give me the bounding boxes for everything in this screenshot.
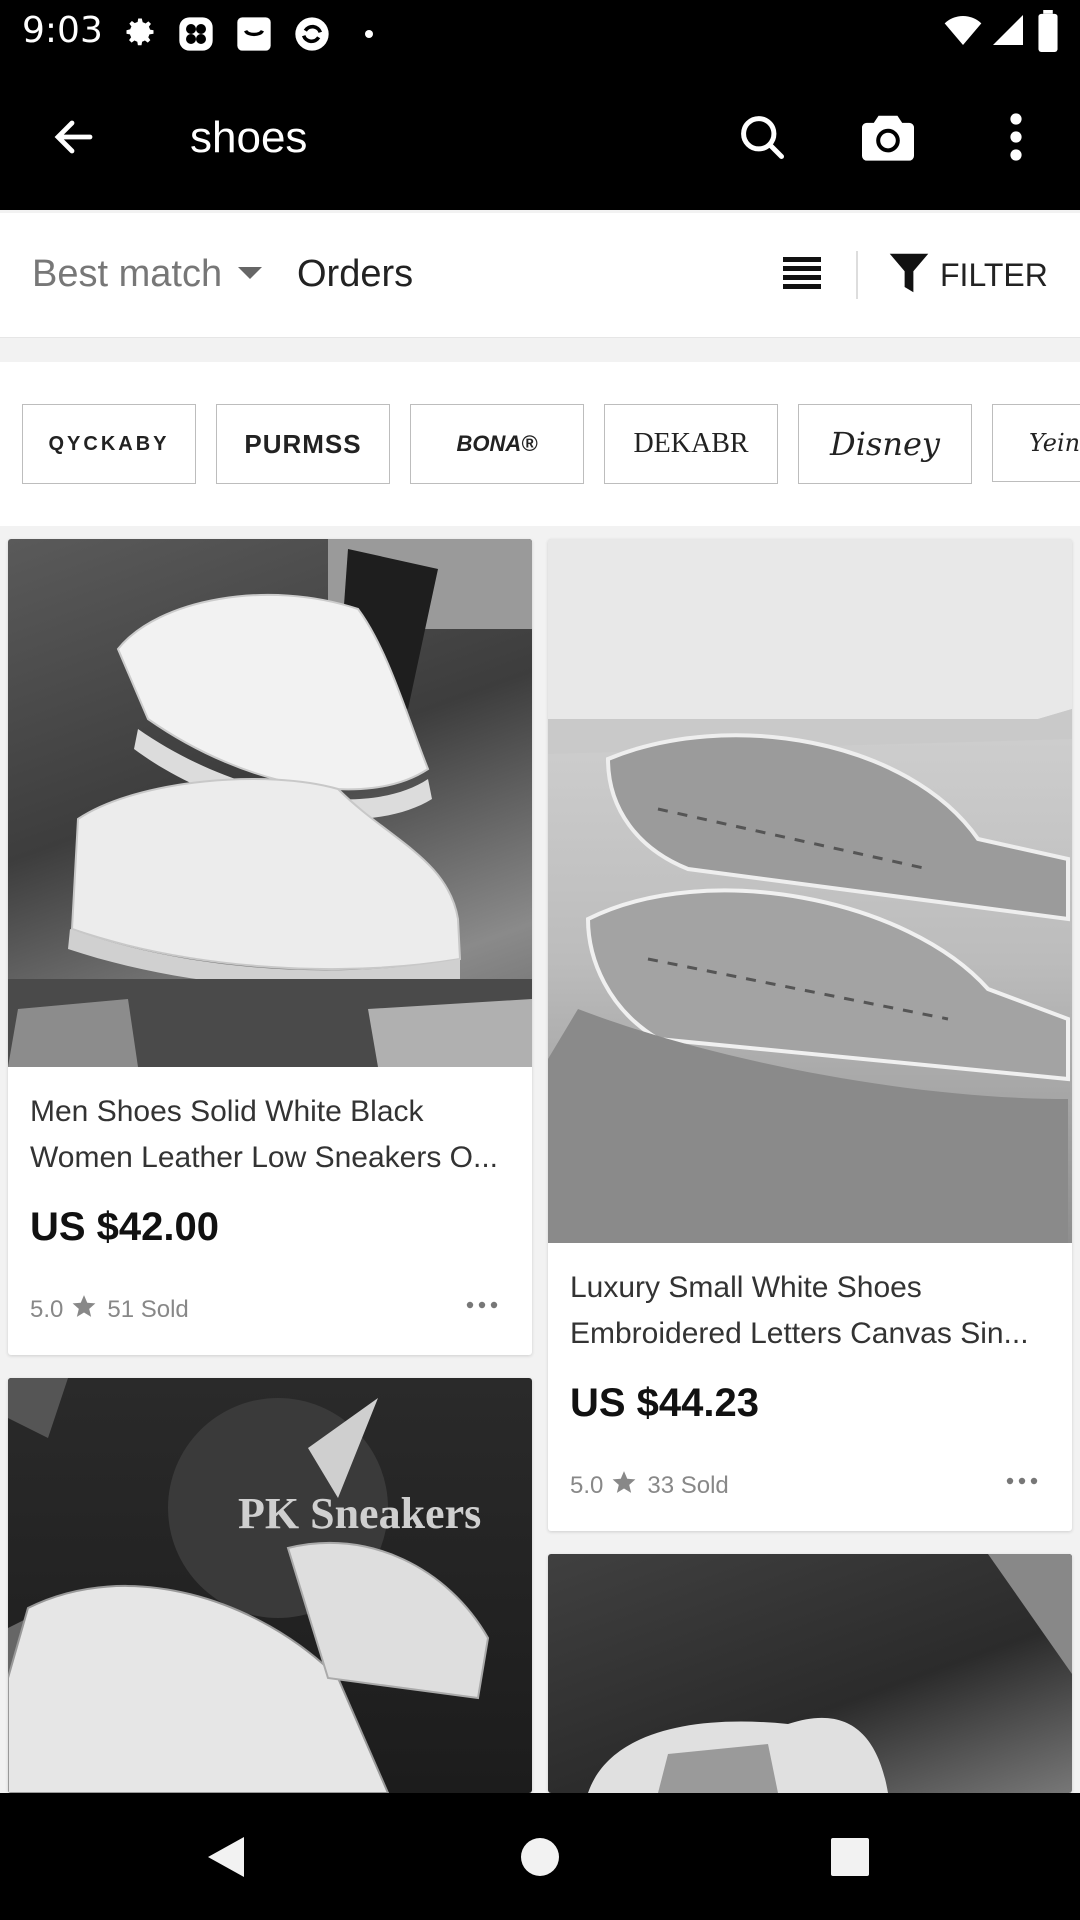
more-horizontal-icon[interactable] xyxy=(1006,1469,1038,1498)
filter-button[interactable]: FILTER xyxy=(940,257,1048,294)
status-time: 9:03 xyxy=(22,10,103,51)
star-icon xyxy=(71,1293,97,1326)
product-card[interactable]: Men Shoes Solid White Black Women Leathe… xyxy=(8,539,532,1355)
product-title-line: Men Shoes Solid White Black xyxy=(30,1095,424,1128)
product-meta: 5.0 33 Sold xyxy=(570,1469,729,1502)
product-title-line: Luxury Small White Shoes xyxy=(570,1271,922,1304)
brand-strip: QYCKABY PURMSS BONA® DEKABR Disney Yeins xyxy=(0,362,1080,526)
product-card[interactable]: PK Sneakers xyxy=(8,1378,532,1793)
back-arrow-icon[interactable] xyxy=(38,101,110,173)
brand-chip[interactable]: Disney xyxy=(798,404,972,484)
grid-app-icon xyxy=(176,14,216,59)
list-view-icon[interactable] xyxy=(783,253,821,298)
brand-chip[interactable]: Yeins xyxy=(992,404,1080,482)
brand-chip[interactable]: DEKABR xyxy=(604,404,778,484)
sort-best-match[interactable]: Best match xyxy=(32,253,222,296)
brand-chip[interactable]: BONA® xyxy=(410,404,584,484)
sold-count: 51 Sold xyxy=(107,1295,189,1323)
nav-back-icon[interactable] xyxy=(190,1821,262,1893)
dot-icon xyxy=(364,26,374,44)
brand-overlay-text: PK Sneakers xyxy=(238,1489,481,1538)
system-nav-bar xyxy=(0,1793,1080,1920)
product-card[interactable]: Luxury Small White Shoes Embroidered Let… xyxy=(548,539,1072,1531)
nav-home-icon[interactable] xyxy=(504,1821,576,1893)
sort-orders[interactable]: Orders xyxy=(297,253,413,296)
product-image[interactable] xyxy=(8,539,532,1067)
app-bar: shoes xyxy=(0,63,1080,210)
product-price: US $44.23 xyxy=(570,1381,760,1425)
wifi-icon xyxy=(942,10,984,55)
store-app-icon xyxy=(234,14,274,59)
product-image[interactable] xyxy=(548,1554,1072,1793)
product-title-line: Women Leather Low Sneakers O... xyxy=(30,1141,499,1174)
camera-icon[interactable] xyxy=(852,101,924,173)
brand-chip[interactable]: PURMSS xyxy=(216,404,390,484)
more-horizontal-icon[interactable] xyxy=(466,1293,498,1322)
battery-icon xyxy=(1036,10,1060,57)
nav-recents-icon[interactable] xyxy=(814,1821,886,1893)
product-title-line: Embroidered Letters Canvas Sin... xyxy=(570,1317,1029,1350)
product-title[interactable]: Men Shoes Solid White Black Women Leathe… xyxy=(30,1089,510,1181)
status-bar: 9:03 xyxy=(0,0,1080,63)
filter-icon[interactable] xyxy=(888,250,930,301)
sold-count: 33 Sold xyxy=(647,1471,729,1499)
rating-value: 5.0 xyxy=(30,1295,64,1323)
product-price: US $42.00 xyxy=(30,1205,220,1249)
gear-icon xyxy=(122,14,158,55)
rating-value: 5.0 xyxy=(570,1471,604,1499)
product-meta: 5.0 51 Sold xyxy=(30,1293,189,1326)
sort-bar: Best match Orders FILTER xyxy=(0,213,1080,338)
product-image[interactable] xyxy=(548,539,1072,1243)
sync-app-icon xyxy=(292,14,332,59)
product-title[interactable]: Luxury Small White Shoes Embroidered Let… xyxy=(570,1265,1050,1357)
divider xyxy=(856,251,858,299)
product-image[interactable]: PK Sneakers xyxy=(8,1378,532,1793)
signal-icon xyxy=(990,10,1026,55)
star-icon xyxy=(611,1469,637,1502)
search-query[interactable]: shoes xyxy=(190,113,307,163)
product-card[interactable] xyxy=(548,1554,1072,1793)
search-icon[interactable] xyxy=(726,101,798,173)
chevron-down-icon[interactable] xyxy=(236,265,264,286)
more-vertical-icon[interactable] xyxy=(980,101,1052,173)
brand-chip[interactable]: QYCKABY xyxy=(22,404,196,484)
